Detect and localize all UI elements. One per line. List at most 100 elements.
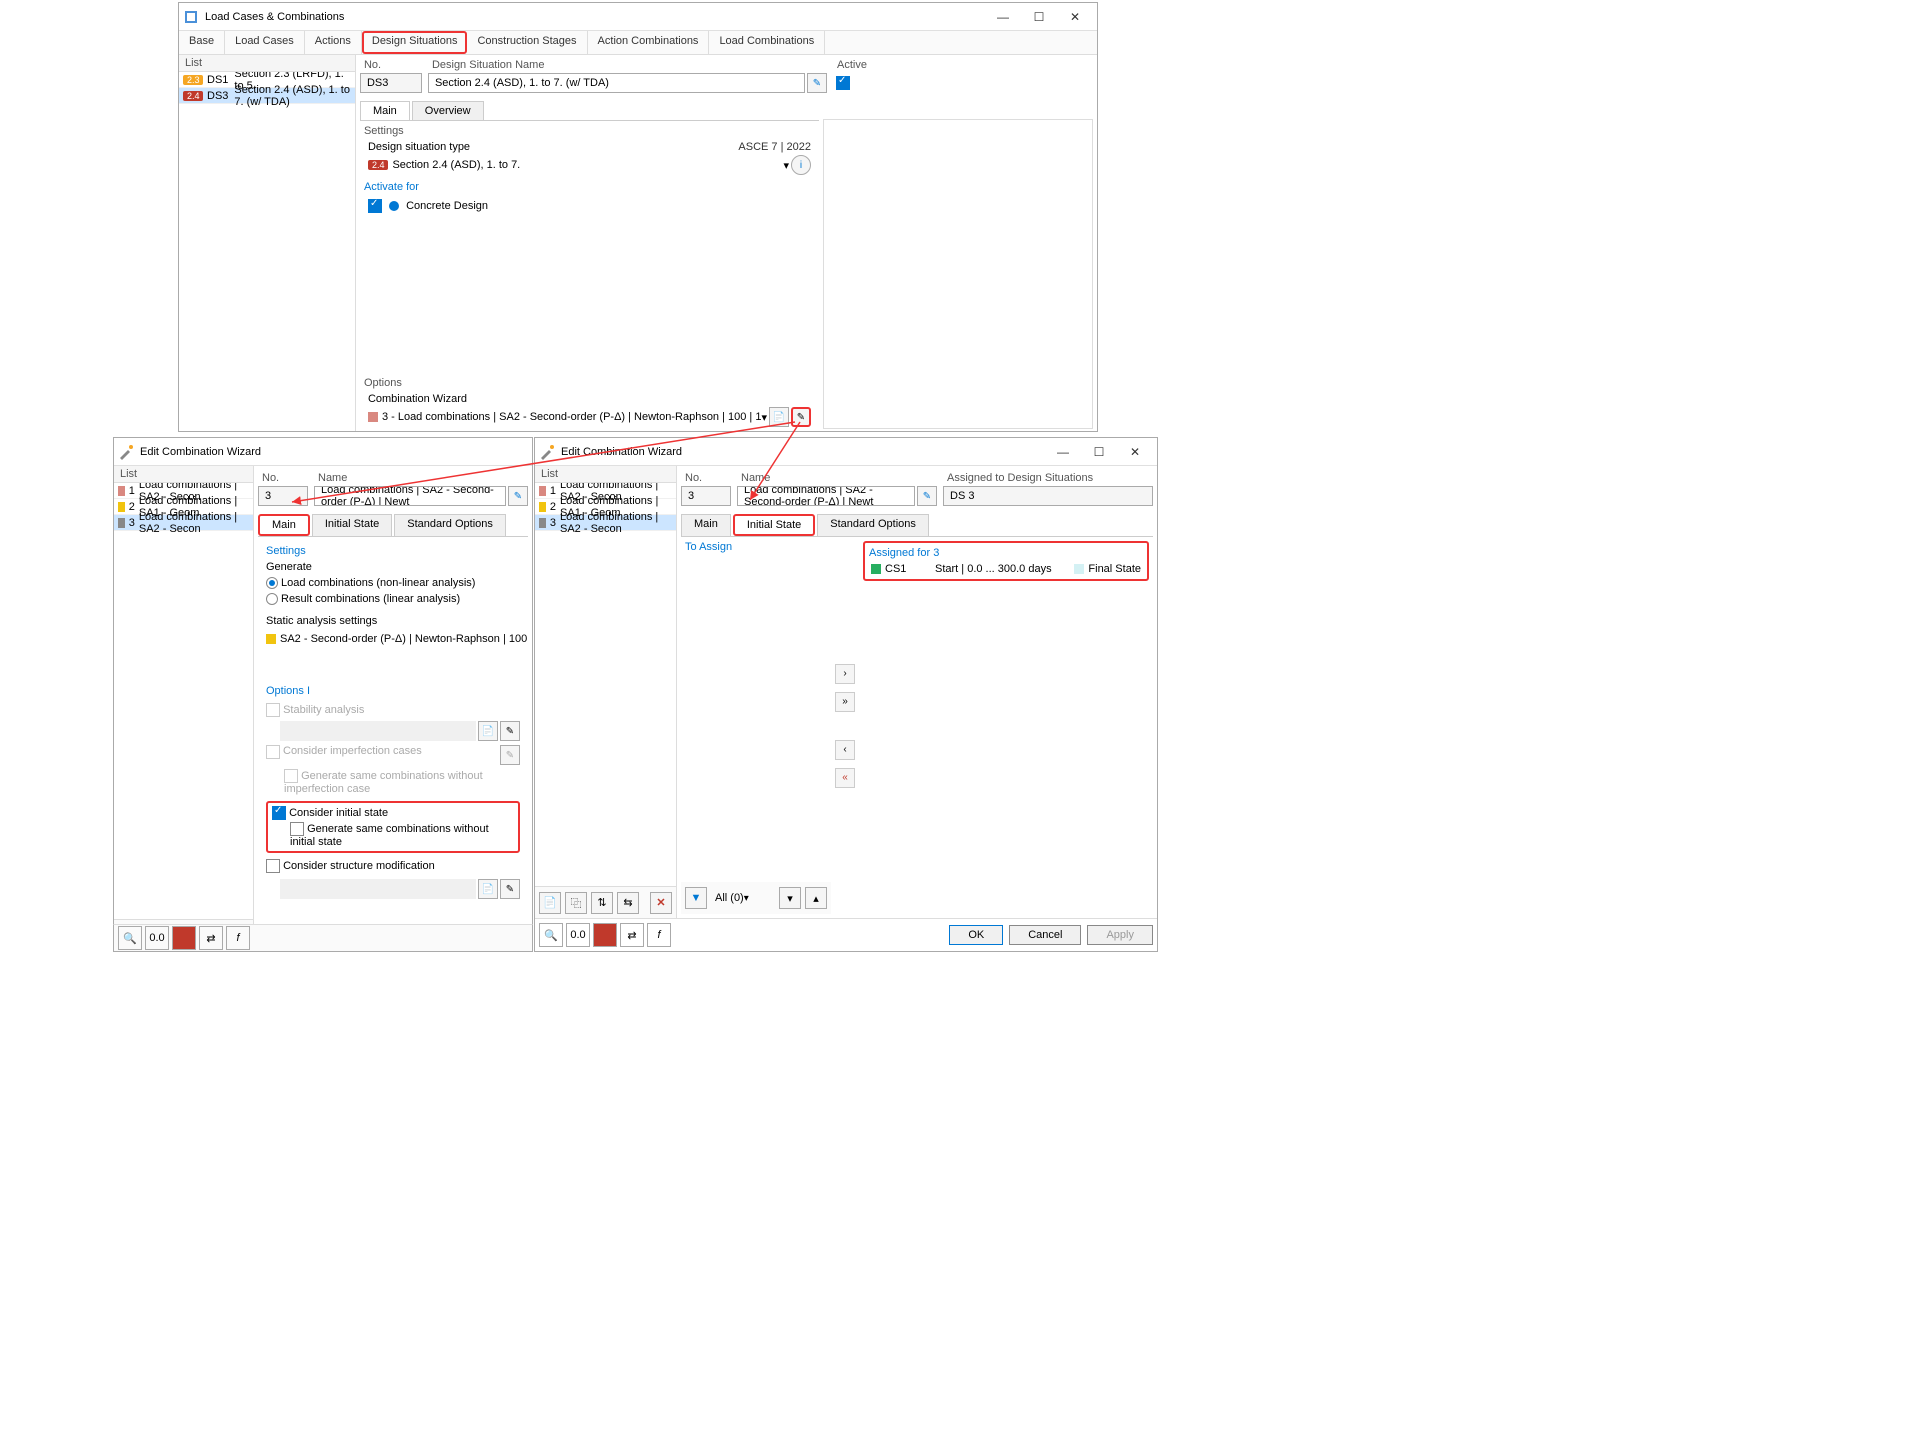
tab-design-situations[interactable]: Design Situations [362, 31, 468, 54]
edit-name-icon[interactable]: ✎ [807, 73, 827, 93]
gen-nonlinear-radio[interactable] [266, 577, 278, 589]
wiz-r-list-item-3[interactable]: 3Load combinations | SA2 - Secon [535, 515, 676, 531]
copy-item-icon[interactable]: ⿻ [565, 892, 587, 914]
stability-edit-icon: ✎ [500, 721, 520, 741]
new-item-icon[interactable]: 📄 [539, 892, 561, 914]
maximize-button[interactable]: ☐ [1081, 440, 1117, 464]
assigned-ds-input[interactable]: DS 3 [943, 486, 1153, 506]
imperfection-sub-checkbox [284, 769, 298, 783]
sort-icon[interactable]: ⇅ [591, 892, 613, 914]
minimize-button[interactable]: — [985, 5, 1021, 29]
wiz-r-name-input[interactable]: Load combinations | SA2 - Second-order (… [737, 486, 915, 506]
wiz-tab-standard-options[interactable]: Standard Options [394, 514, 506, 536]
units-icon[interactable]: 0.0 [566, 923, 590, 947]
color-icon[interactable] [172, 926, 196, 950]
concrete-design-checkbox[interactable] [368, 199, 382, 213]
concrete-design-label: Concrete Design [406, 200, 488, 212]
filter2-icon[interactable]: ⇆ [617, 892, 639, 914]
imperfection-checkbox[interactable] [266, 745, 280, 759]
to-assign-label: To Assign [681, 537, 831, 555]
filter-all-combo[interactable]: All (0)▾ [711, 891, 775, 905]
assigned-row-cs1[interactable]: CS1 Start | 0.0 ... 300.0 days Final Sta… [867, 561, 1145, 577]
wiz-r-no-input[interactable]: 3 [681, 486, 731, 506]
move-left-icon[interactable]: ‹ [835, 740, 855, 760]
app-icon [183, 9, 199, 25]
filter-funnel-icon[interactable]: ▼ [685, 887, 707, 909]
wiz-edit-name-icon[interactable]: ✎ [508, 486, 528, 506]
static-combo[interactable]: SA2 - Second-order (P-Δ) | Newton-Raphso… [266, 629, 528, 649]
dstype-info-icon[interactable]: i [791, 155, 811, 175]
situation-name-input[interactable]: Section 2.4 (ASD), 1. to 7. (w/ TDA) [428, 73, 805, 93]
wizard-right-tabs: Main Initial State Standard Options [681, 514, 1153, 537]
detail-tab-main[interactable]: Main [360, 101, 410, 120]
tab-load-cases[interactable]: Load Cases [225, 31, 305, 54]
structure-mod-checkbox[interactable] [266, 859, 280, 873]
wizard-edit-icon[interactable]: ✎ [791, 407, 811, 427]
wiz-no-input[interactable]: 3 [258, 486, 308, 506]
wiz-tab-main[interactable]: Main [258, 514, 310, 536]
cancel-button[interactable]: Cancel [1009, 925, 1081, 945]
wizard-left-tabs: Main Initial State Standard Options [258, 514, 528, 537]
script-icon[interactable]: f [647, 923, 671, 947]
wiz-name-input[interactable]: Load combinations | SA2 - Second-order (… [314, 486, 506, 506]
wiz-r-tab-initial-state[interactable]: Initial State [733, 514, 815, 536]
wizard-left-footer: 🔍 0.0 ⇄ f [113, 924, 533, 952]
wiz-r-edit-name-icon[interactable]: ✎ [917, 486, 937, 506]
help-icon[interactable]: 🔍 [539, 923, 563, 947]
move-all-right-icon[interactable]: » [835, 692, 855, 712]
static-label: Static analysis settings [266, 615, 520, 627]
wizard-combo[interactable]: 3 - Load combinations | SA2 - Second-ord… [368, 407, 767, 427]
dstype-combo[interactable]: 2.4 Section 2.4 (ASD), 1. to 7. ▾ [368, 155, 789, 175]
stability-combo [280, 721, 476, 741]
stability-checkbox[interactable] [266, 703, 280, 717]
maximize-button[interactable]: ☐ [1021, 5, 1057, 29]
ok-button[interactable]: OK [949, 925, 1003, 945]
no-label: No. [360, 57, 422, 73]
structure-mod-edit-icon: ✎ [500, 879, 520, 899]
situation-list: 2.3 DS1 Section 2.3 (LRFD), 1. to 5. 2.4… [179, 72, 355, 431]
units-icon[interactable]: 0.0 [145, 926, 169, 950]
no-input[interactable]: DS3 [360, 73, 422, 93]
wiz-list-item-3[interactable]: 3Load combinations | SA2 - Secon [114, 515, 253, 531]
gen-linear-radio[interactable] [266, 593, 278, 605]
move-right-icon[interactable]: › [835, 664, 855, 684]
tab-action-combinations[interactable]: Action Combinations [588, 31, 710, 54]
tab-construction-stages[interactable]: Construction Stages [467, 31, 587, 54]
copy-config-icon[interactable]: ⇄ [199, 926, 223, 950]
tab-base[interactable]: Base [179, 31, 225, 54]
list-row-ds3[interactable]: 2.4 DS3 Section 2.4 (ASD), 1. to 7. (w/ … [179, 88, 355, 104]
script-icon[interactable]: f [226, 926, 250, 950]
expand-icon[interactable]: ▾ [779, 887, 801, 909]
minimize-button[interactable]: — [1045, 440, 1081, 464]
wiz-r-name-label: Name [737, 470, 937, 486]
active-checkbox[interactable] [836, 76, 850, 90]
move-all-left-icon[interactable]: « [835, 768, 855, 788]
collapse-icon[interactable]: ▴ [805, 887, 827, 909]
delete-icon[interactable]: ✕ [650, 892, 672, 914]
wizard-left-titlebar: Edit Combination Wizard [114, 438, 532, 466]
detail-tab-overview[interactable]: Overview [412, 101, 484, 120]
structure-mod-new-icon: 📄 [478, 879, 498, 899]
tab-load-combinations[interactable]: Load Combinations [709, 31, 825, 54]
tab-actions[interactable]: Actions [305, 31, 362, 54]
close-button[interactable]: ✕ [1117, 440, 1153, 464]
detail-tabs: Main Overview [360, 101, 819, 121]
chevron-down-icon: ▾ [783, 159, 789, 172]
copy-config-icon[interactable]: ⇄ [620, 923, 644, 947]
initial-state-sub-checkbox[interactable] [290, 822, 304, 836]
wizard-right-list-header: List [535, 466, 676, 483]
wizard-new-icon[interactable]: 📄 [769, 407, 789, 427]
wiz-r-tab-standard-options[interactable]: Standard Options [817, 514, 929, 536]
color-icon[interactable] [593, 923, 617, 947]
imperfection-edit-icon[interactable]: ✎ [500, 745, 520, 765]
wiz-tab-initial-state[interactable]: Initial State [312, 514, 392, 536]
help-icon[interactable]: 🔍 [118, 926, 142, 950]
dstype-label: Design situation type [368, 141, 470, 153]
close-button[interactable]: ✕ [1057, 5, 1093, 29]
initial-state-checkbox[interactable] [272, 806, 286, 820]
wizard-left-title: Edit Combination Wizard [140, 446, 528, 458]
wiz-r-tab-main[interactable]: Main [681, 514, 731, 536]
assigned-for-label: Assigned for 3 [867, 545, 1145, 561]
settings-section: Settings [360, 121, 819, 139]
apply-button[interactable]: Apply [1087, 925, 1153, 945]
